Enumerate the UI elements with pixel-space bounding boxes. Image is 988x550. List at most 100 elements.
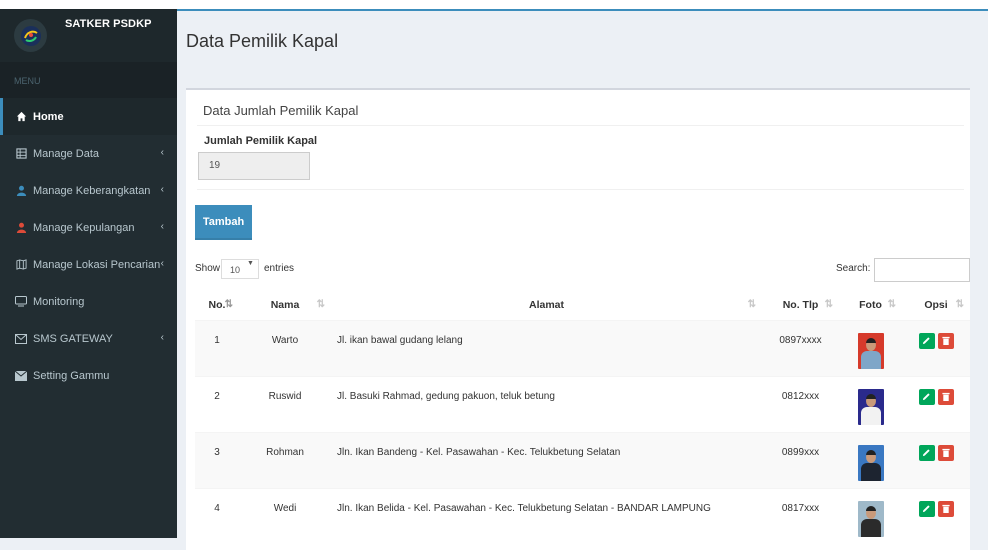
- cell-foto: [839, 375, 902, 432]
- sidebar-item-home[interactable]: Home: [0, 98, 177, 135]
- count-label: Jumlah Pemilik Kapal: [204, 135, 318, 147]
- envelope-icon: [15, 333, 27, 345]
- monitor-icon: [15, 296, 27, 308]
- map-icon: [15, 259, 27, 271]
- sidebar-item-label: Manage Keberangkatan: [33, 184, 151, 197]
- cell-no: 1: [195, 319, 239, 376]
- edit-button[interactable]: [918, 332, 935, 349]
- cell-foto: [839, 431, 902, 488]
- chevron-left-icon: ‹: [160, 258, 164, 269]
- sidebar-item-label: Manage Kepulangan: [33, 221, 135, 234]
- caret-down-icon: ▼: [247, 260, 254, 267]
- cell-nama: Rohman: [239, 431, 331, 488]
- cell-opsi: [902, 431, 970, 488]
- show-label: Show: [195, 263, 221, 274]
- divider: [197, 125, 964, 126]
- sort-icon: ⇅: [747, 299, 756, 310]
- cell-nama: Wedi: [239, 487, 331, 544]
- column-header-nama[interactable]: Nama ⇅: [239, 290, 331, 321]
- edit-button[interactable]: [918, 500, 935, 517]
- chevron-left-icon: ‹: [160, 184, 164, 195]
- column-header-no-tlp[interactable]: No. Tlp ⇅: [762, 290, 839, 321]
- sort-icon: ⇅: [955, 299, 964, 310]
- cell-tlp: 0899xxx: [762, 431, 839, 488]
- sidebar-item-label: Monitoring: [33, 295, 85, 308]
- brand-name: SATKER PSDKP: [65, 18, 152, 30]
- divider: [197, 189, 964, 190]
- cell-no: 3: [195, 431, 239, 488]
- owner-photo: [857, 500, 884, 537]
- count-field: 19: [198, 152, 310, 180]
- pencil-icon: [922, 505, 930, 513]
- sidebar-item-manage-kepulangan[interactable]: Manage Kepulangan ‹: [0, 209, 177, 246]
- menu-header: MENU: [0, 62, 177, 98]
- edit-button[interactable]: [918, 388, 935, 405]
- owners-table: No. ⇅ Nama ⇅ Alamat ⇅ No. Tlp ⇅ Foto ⇅ Opsi ⇅ …: [195, 290, 970, 544]
- logo-icon: [14, 19, 47, 52]
- sidebar-item-label: Manage Lokasi Pencarian: [33, 258, 161, 271]
- sort-asc-icon: ⇅: [224, 299, 233, 310]
- delete-button[interactable]: [937, 444, 954, 461]
- cell-tlp: 0812xxx: [762, 375, 839, 432]
- content-header: Data Pemilik Kapal: [177, 11, 988, 64]
- cell-alamat: Jl. ikan bawal gudang lelang: [331, 319, 762, 376]
- table-row: 4 Wedi Jln. Ikan Belida - Kel. Pasawahan…: [195, 487, 970, 544]
- add-button[interactable]: Tambah: [195, 205, 252, 240]
- owner-photo: [857, 332, 884, 369]
- column-header-no[interactable]: No. ⇅: [195, 290, 239, 321]
- search-label: Search:: [836, 263, 871, 274]
- home-icon: [15, 111, 27, 123]
- entries-select[interactable]: 10 ▼: [221, 259, 259, 279]
- cell-tlp: 0897xxxx: [762, 319, 839, 376]
- owner-photo: [857, 388, 884, 425]
- cell-no: 4: [195, 487, 239, 544]
- cell-alamat: Jln. Ikan Belida - Kel. Pasawahan - Kec.…: [331, 487, 762, 544]
- delete-button[interactable]: [937, 500, 954, 517]
- user-icon: [15, 185, 27, 197]
- trash-icon: [941, 336, 950, 345]
- table-header-row: No. ⇅ Nama ⇅ Alamat ⇅ No. Tlp ⇅ Foto ⇅ Opsi ⇅: [195, 290, 970, 321]
- user-icon: [15, 222, 27, 234]
- column-header-foto[interactable]: Foto ⇅: [839, 290, 902, 321]
- delete-button[interactable]: [937, 388, 954, 405]
- table-icon: [15, 148, 27, 160]
- top-strip: [0, 0, 988, 9]
- sidebar-item-manage-lokasi-pencarian[interactable]: Manage Lokasi Pencarian ‹: [0, 246, 177, 283]
- sidebar-item-sms-gateway[interactable]: SMS GATEWAY ‹: [0, 320, 177, 357]
- edit-button[interactable]: [918, 444, 935, 461]
- sidebar-item-monitoring[interactable]: Monitoring: [0, 283, 177, 320]
- page-title: Data Pemilik Kapal: [186, 31, 339, 51]
- delete-button[interactable]: [937, 332, 954, 349]
- chevron-left-icon: ‹: [160, 332, 164, 343]
- sort-icon: ⇅: [887, 299, 896, 310]
- table-row: 1 Warto Jl. ikan bawal gudang lelang 089…: [195, 319, 970, 376]
- table-row: 3 Rohman Jln. Ikan Bandeng - Kel. Pasawa…: [195, 431, 970, 488]
- sidebar: SATKER PSDKP MENU Home Manage Data ‹ Man…: [0, 9, 177, 538]
- search-input[interactable]: [874, 258, 970, 282]
- sidebar-item-manage-data[interactable]: Manage Data ‹: [0, 135, 177, 172]
- cell-opsi: [902, 375, 970, 432]
- column-header-opsi[interactable]: Opsi ⇅: [902, 290, 970, 321]
- entries-label: entries: [264, 263, 295, 274]
- cell-tlp: 0817xxx: [762, 487, 839, 544]
- envelope-icon: [15, 370, 27, 382]
- cell-foto: [839, 487, 902, 544]
- sidebar-item-label: Home: [33, 110, 64, 123]
- sort-icon: ⇅: [824, 299, 833, 310]
- owner-photo: [857, 444, 884, 481]
- trash-icon: [941, 392, 950, 401]
- sidebar-item-label: Manage Data: [33, 147, 100, 160]
- pencil-icon: [922, 449, 930, 457]
- sidebar-item-label: SMS GATEWAY: [33, 332, 113, 345]
- chevron-left-icon: ‹: [160, 147, 164, 158]
- cell-opsi: [902, 319, 970, 376]
- brand[interactable]: SATKER PSDKP: [0, 9, 177, 62]
- sort-icon: ⇅: [316, 299, 325, 310]
- column-header-alamat[interactable]: Alamat ⇅: [331, 290, 762, 321]
- sidebar-item-manage-keberangkatan[interactable]: Manage Keberangkatan ‹: [0, 172, 177, 209]
- trash-icon: [941, 448, 950, 457]
- cell-nama: Warto: [239, 319, 331, 376]
- cell-alamat: Jl. Basuki Rahmad, gedung pakuon, teluk …: [331, 375, 762, 432]
- sidebar-item-label: Setting Gammu: [33, 369, 110, 382]
- sidebar-item-setting-gammu[interactable]: Setting Gammu: [0, 357, 177, 394]
